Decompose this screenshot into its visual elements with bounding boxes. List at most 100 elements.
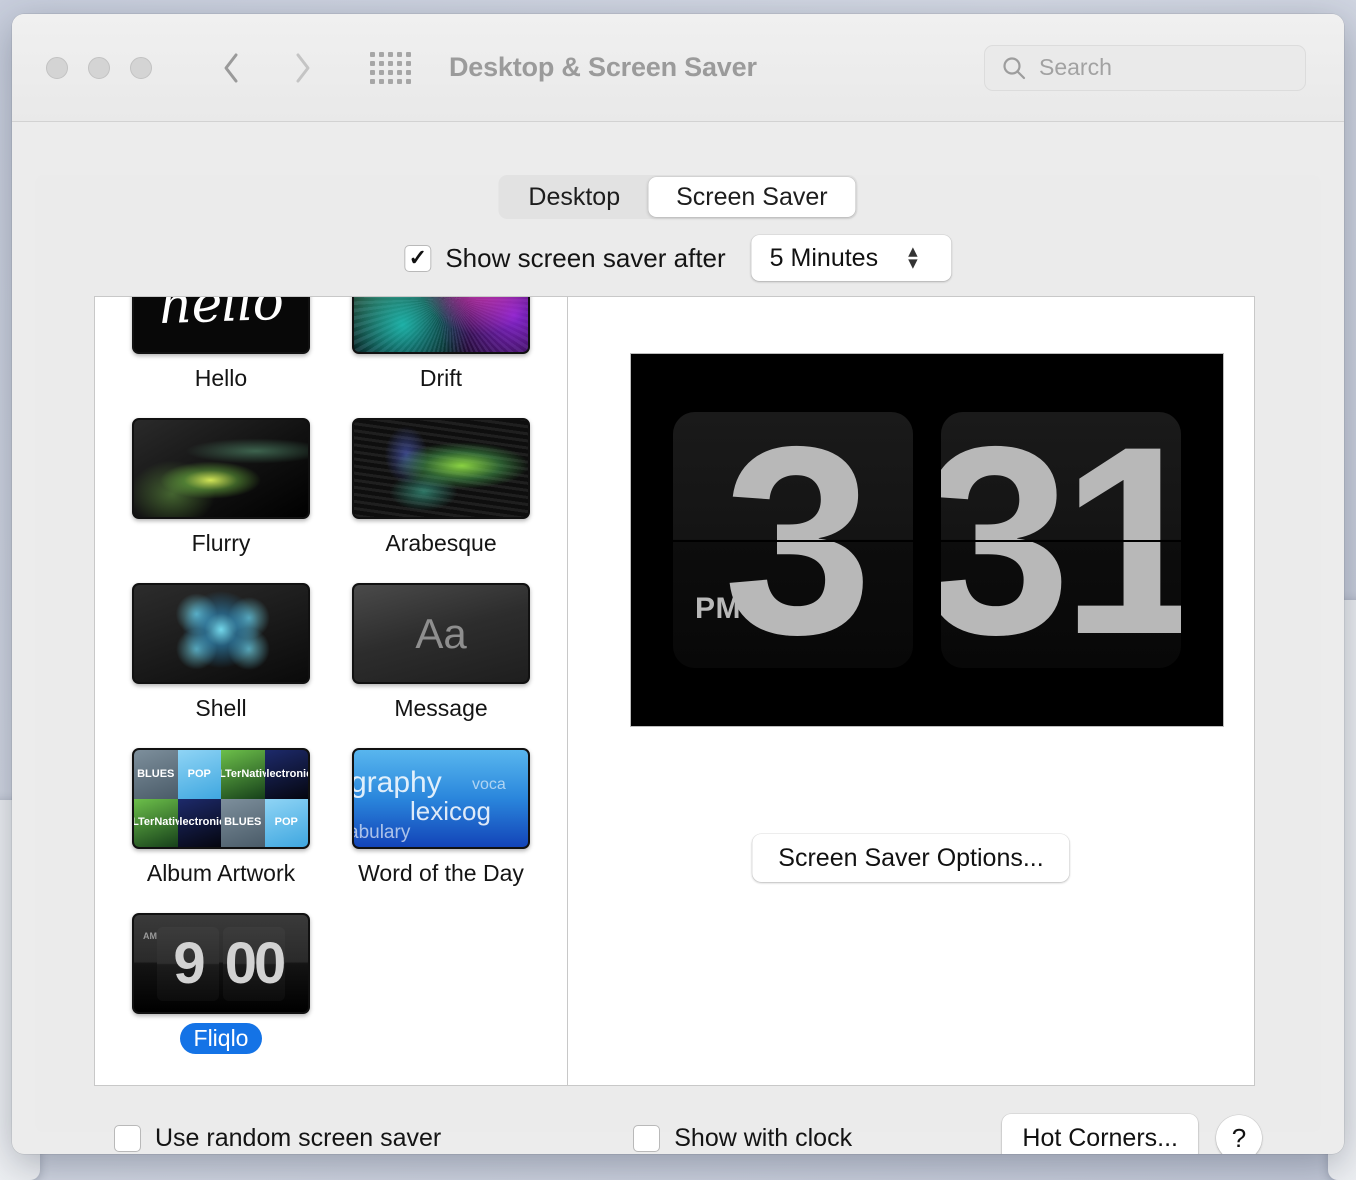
wotd-word: voca <box>472 776 506 793</box>
screen-saver-item-album-artwork[interactable]: BLUES POP ALTerNative electronic ALTerNa… <box>116 748 326 889</box>
drift-artwork <box>354 297 528 352</box>
thumbnail-hello[interactable]: hello <box>132 297 310 354</box>
hot-corners-button[interactable]: Hot Corners... <box>1002 1114 1198 1154</box>
album-tile: ALTerNative <box>134 798 178 847</box>
hello-artwork-text: hello <box>158 297 284 336</box>
album-tile: electronic <box>177 798 221 847</box>
thumbnail-label-flurry: Flurry <box>191 530 251 556</box>
hello-artwork: hello <box>134 297 308 352</box>
thumbnail-drift[interactable] <box>352 297 530 354</box>
thumbnail-flurry[interactable] <box>132 418 310 519</box>
preview-hour-digits: 3 <box>723 412 872 668</box>
show-with-clock-row[interactable]: Show with clock <box>633 1124 852 1153</box>
tab-desktop[interactable]: Desktop <box>500 177 648 217</box>
thumbnail-label-shell: Shell <box>195 695 247 721</box>
album-tile: electronic <box>264 750 308 799</box>
content-split: hello Hello Drift Flurry Arabesque Shell… <box>94 296 1255 1086</box>
back-button[interactable] <box>210 45 252 91</box>
system-preferences-window: Desktop & Screen Saver Search Desktop Sc… <box>12 14 1344 1154</box>
chevron-right-icon <box>296 53 310 82</box>
screen-saver-item-hello[interactable]: hello Hello <box>116 297 326 394</box>
fliqlo-preview[interactable]: 3 PM 31 <box>630 353 1224 727</box>
forward-button[interactable] <box>282 45 324 91</box>
arabesque-artwork <box>354 420 528 517</box>
fliqlo-artwork: AM 9 00 <box>134 915 308 1012</box>
show-with-clock-label: Show with clock <box>674 1123 853 1152</box>
flurry-artwork <box>134 420 308 517</box>
album-tile: BLUES <box>134 750 178 799</box>
screen-saver-item-message[interactable]: Aa Message <box>336 583 546 724</box>
screen-saver-preview-pane: 3 PM 31 Screen Saver Options... <box>568 297 1254 1085</box>
screen-saver-options-button[interactable]: Screen Saver Options... <box>752 834 1070 882</box>
stepper-down-icon: ▾ <box>908 253 918 274</box>
screen-saver-item-arabesque[interactable]: Arabesque <box>336 418 546 559</box>
wotd-word: graphy <box>354 766 442 799</box>
window-titlebar: Desktop & Screen Saver Search <box>12 14 1344 122</box>
message-artwork: Aa <box>354 585 528 682</box>
fliqlo-thumb-minute: 00 <box>223 926 286 1001</box>
search-icon <box>1003 56 1026 79</box>
album-tile: POP <box>177 750 221 799</box>
message-artwork-text: Aa <box>415 609 467 657</box>
thumbnail-label-message: Message <box>394 695 488 721</box>
screen-saver-item-drift[interactable]: Drift <box>336 297 546 394</box>
preferences-pane: Desktop Screen Saver ✓ Show screen saver… <box>35 175 1321 1154</box>
page-title: Desktop & Screen Saver <box>449 52 757 82</box>
screen-saver-item-shell[interactable]: Shell <box>116 583 326 724</box>
album-tile: BLUES <box>221 798 265 847</box>
search-input[interactable]: Search <box>984 44 1306 91</box>
screen-saver-list[interactable]: hello Hello Drift Flurry Arabesque Shell… <box>95 297 568 1085</box>
fliqlo-thumb-ampm: AM <box>143 931 157 941</box>
traffic-light-buttons <box>46 56 152 79</box>
show-screen-saver-checkbox[interactable]: ✓ <box>404 244 432 272</box>
thumbnail-label-arabesque: Arabesque <box>385 530 497 556</box>
thumbnail-album-artwork[interactable]: BLUES POP ALTerNative electronic ALTerNa… <box>132 748 310 849</box>
screen-saver-delay-row: ✓ Show screen saver after 5 Minutes ▴ ▾ <box>404 235 952 281</box>
zoom-button[interactable] <box>130 56 152 79</box>
bottom-controls: Use random screen saver Show with clock … <box>94 1110 1262 1154</box>
thumbnail-label-album-artwork: Album Artwork <box>146 860 296 886</box>
close-button[interactable] <box>46 56 68 79</box>
screen-saver-item-fliqlo[interactable]: AM 9 00 Fliqlo <box>116 913 326 1054</box>
tab-bar: Desktop Screen Saver <box>498 175 858 219</box>
wotd-word: lexicog <box>410 796 491 826</box>
delay-value: 5 Minutes <box>769 243 879 272</box>
minimize-button[interactable] <box>88 56 110 79</box>
thumbnail-label-drift: Drift <box>419 365 463 391</box>
show-all-grid-icon[interactable] <box>370 51 411 84</box>
thumbnail-label-fliqlo: Fliqlo <box>179 1023 263 1054</box>
thumbnail-label-hello: Hello <box>194 365 248 391</box>
word-of-the-day-artwork: graphy voca lexicog abulary <box>354 750 528 847</box>
screen-saver-item-word-of-the-day[interactable]: graphy voca lexicog abulary Word of the … <box>336 748 546 889</box>
fliqlo-thumb-hour: 9 <box>157 926 219 1001</box>
use-random-screen-saver-row[interactable]: Use random screen saver <box>114 1124 441 1153</box>
tab-screen-saver[interactable]: Screen Saver <box>648 177 856 217</box>
thumbnail-word-of-the-day[interactable]: graphy voca lexicog abulary <box>352 748 530 849</box>
album-tile: ALTerNative <box>221 750 265 799</box>
screen-saver-thumbnail-grid: hello Hello Drift Flurry Arabesque Shell… <box>95 297 567 1054</box>
delay-popup-button[interactable]: 5 Minutes ▴ ▾ <box>751 235 952 281</box>
help-button[interactable]: ? <box>1216 1115 1262 1154</box>
stepper-chevrons-icon: ▴ ▾ <box>908 242 918 274</box>
preview-minute-digits: 31 <box>941 412 1181 668</box>
wotd-word: abulary <box>354 822 411 843</box>
thumbnail-label-word-of-the-day: Word of the Day <box>358 860 524 886</box>
preview-hour-card: 3 PM <box>673 412 913 668</box>
checkmark-icon: ✓ <box>408 245 428 270</box>
preview-minute-card: 31 <box>941 412 1181 668</box>
thumbnail-arabesque[interactable] <box>352 418 530 519</box>
use-random-screen-saver-checkbox[interactable] <box>114 1124 141 1152</box>
show-screen-saver-label: Show screen saver after <box>445 242 726 273</box>
thumbnail-message[interactable]: Aa <box>352 583 530 684</box>
thumbnail-fliqlo[interactable]: AM 9 00 <box>132 913 310 1014</box>
screen-saver-item-flurry[interactable]: Flurry <box>116 418 326 559</box>
search-placeholder: Search <box>1039 54 1112 80</box>
chevron-left-icon <box>224 53 238 82</box>
shell-artwork <box>134 585 308 682</box>
thumbnail-shell[interactable] <box>132 583 310 684</box>
use-random-screen-saver-label: Use random screen saver <box>155 1123 442 1152</box>
preview-ampm-label: PM <box>695 592 741 625</box>
album-tile: POP <box>264 798 308 847</box>
album-artwork: BLUES POP ALTerNative electronic ALTerNa… <box>134 750 308 847</box>
show-with-clock-checkbox[interactable] <box>633 1124 661 1152</box>
